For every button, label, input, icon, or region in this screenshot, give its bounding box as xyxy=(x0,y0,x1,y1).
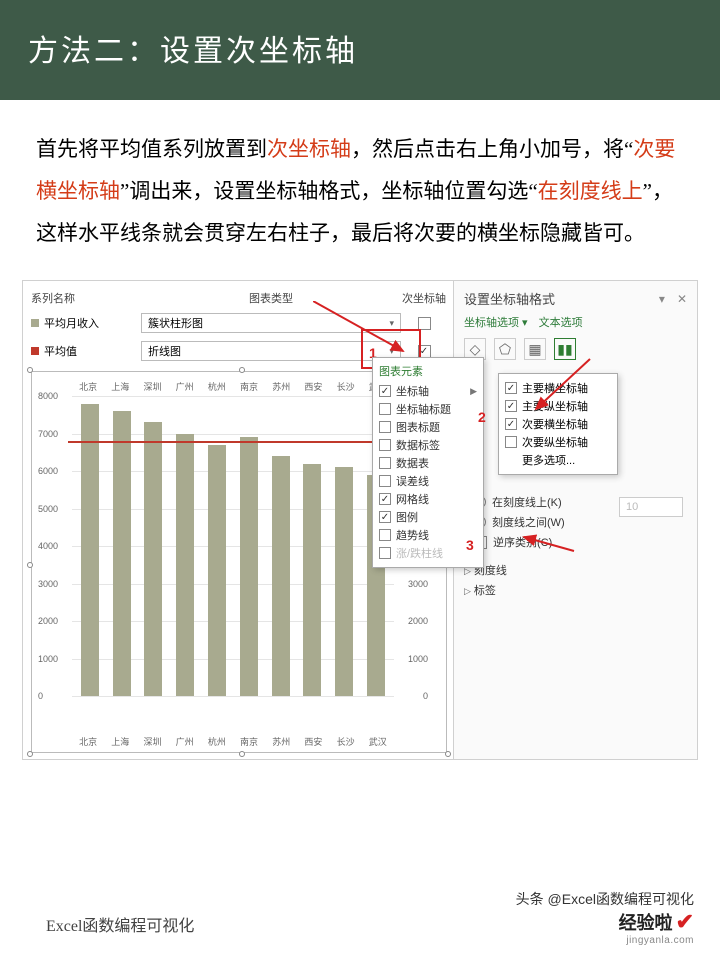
bar[interactable] xyxy=(303,464,321,697)
col-chart-type: 图表类型 xyxy=(141,290,401,306)
axis-submenu-popup: ✓主要横坐标轴✓主要纵坐标轴✓次要横坐标轴次要纵坐标轴更多选项... xyxy=(498,373,618,475)
popup-title: 图表元素 xyxy=(379,363,477,379)
chart-element-item[interactable]: 涨/跌柱线 xyxy=(379,544,477,562)
footer-watermark: 头条 @Excel函数编程可视化 经验啦✔ jingyanla.com xyxy=(516,889,694,946)
pane-subtabs[interactable]: 坐标轴选项 ▾ 文本选项 xyxy=(464,314,687,330)
series-color-swatch xyxy=(31,319,39,327)
bar[interactable] xyxy=(272,456,290,696)
x-axis-labels-bottom: 北京上海深圳广州杭州南京苏州西安长沙武汉 xyxy=(72,735,394,748)
bar[interactable] xyxy=(81,404,99,697)
bar[interactable] xyxy=(240,437,258,696)
axis-number-input[interactable]: 10 xyxy=(619,497,683,517)
check-icon: ✔ xyxy=(676,909,694,935)
chart-element-item[interactable]: 图表标题 xyxy=(379,418,477,436)
chart-element-item[interactable]: 误差线 xyxy=(379,472,477,490)
page-title: 方法二：设置次坐标轴 xyxy=(0,0,720,100)
col-secondary-axis: 次坐标轴 xyxy=(401,290,447,306)
size-icon[interactable]: ▦ xyxy=(524,338,546,360)
callout-number: 3 xyxy=(466,537,474,553)
bar[interactable] xyxy=(144,422,162,696)
bar[interactable] xyxy=(208,445,226,696)
col-series-name: 系列名称 xyxy=(31,290,141,306)
pane-icon-tabs: ◇ ⬠ ▦ ▮▮ xyxy=(464,338,687,360)
pane-title-text: 设置坐标轴格式 xyxy=(464,289,555,308)
chart-element-item[interactable]: ✓坐标轴▶ xyxy=(379,382,477,400)
series-label: 平均值 xyxy=(44,343,77,359)
effects-icon[interactable]: ⬠ xyxy=(494,338,516,360)
format-axis-pane: 设置坐标轴格式 ▾ ✕ 坐标轴选项 ▾ 文本选项 ◇ ⬠ ▦ ▮▮ 图表元素 ✓… xyxy=(453,281,697,759)
chart-element-item[interactable]: 趋势线 xyxy=(379,526,477,544)
axis-option-item[interactable]: ✓主要纵坐标轴 xyxy=(505,397,611,415)
instruction-paragraph: 首先将平均值系列放置到次坐标轴，然后点击右上角小加号，将“次要横坐标轴”调出来，… xyxy=(0,100,720,272)
bar[interactable] xyxy=(113,411,131,696)
axis-option-item[interactable]: 次要纵坐标轴 xyxy=(505,433,611,451)
series-table: 系列名称 图表类型 次坐标轴 平均月收入 簇状柱形图▾ 平均值 折线图▾ ✓ 1 xyxy=(31,287,447,365)
section-labels[interactable]: ▷标签 xyxy=(464,580,687,600)
axis-option-item[interactable]: ✓次要横坐标轴 xyxy=(505,415,611,433)
chart-element-item[interactable]: ✓图例 xyxy=(379,508,477,526)
series-color-swatch xyxy=(31,347,39,355)
checkbox-reverse-categories[interactable]: 逆序类别(C) xyxy=(464,532,687,552)
chart-element-item[interactable]: 坐标轴标题 xyxy=(379,400,477,418)
chevron-down-icon: ▾ xyxy=(389,318,394,329)
axis-options-icon[interactable]: ▮▮ xyxy=(554,338,576,360)
chart-element-item[interactable]: 数据表 xyxy=(379,454,477,472)
dropdown-icon[interactable]: ▾ xyxy=(659,292,665,306)
callout-number: 2 xyxy=(478,409,486,425)
axis-option-item[interactable]: ✓主要横坐标轴 xyxy=(505,379,611,397)
chart-element-item[interactable]: 数据标签 xyxy=(379,436,477,454)
series-label: 平均月收入 xyxy=(44,315,99,331)
average-line xyxy=(68,441,398,443)
chart-element-item[interactable]: ✓网格线 xyxy=(379,490,477,508)
bar[interactable] xyxy=(176,434,194,697)
section-tick-marks[interactable]: ▷刻度线 xyxy=(464,560,687,580)
chart-area[interactable]: 0010001000200020003000300040004000500050… xyxy=(72,396,394,696)
close-icon[interactable]: ✕ xyxy=(677,292,687,306)
excel-screenshot: 系列名称 图表类型 次坐标轴 平均月收入 簇状柱形图▾ 平均值 折线图▾ ✓ 1 xyxy=(22,280,698,760)
bar[interactable] xyxy=(335,467,353,696)
footer-credit-left: Excel函数编程可视化 xyxy=(46,912,194,936)
x-axis-labels-top: 北京上海深圳广州杭州南京苏州西安长沙武汉 xyxy=(72,380,394,393)
axis-option-item[interactable]: 更多选项... xyxy=(505,451,611,469)
